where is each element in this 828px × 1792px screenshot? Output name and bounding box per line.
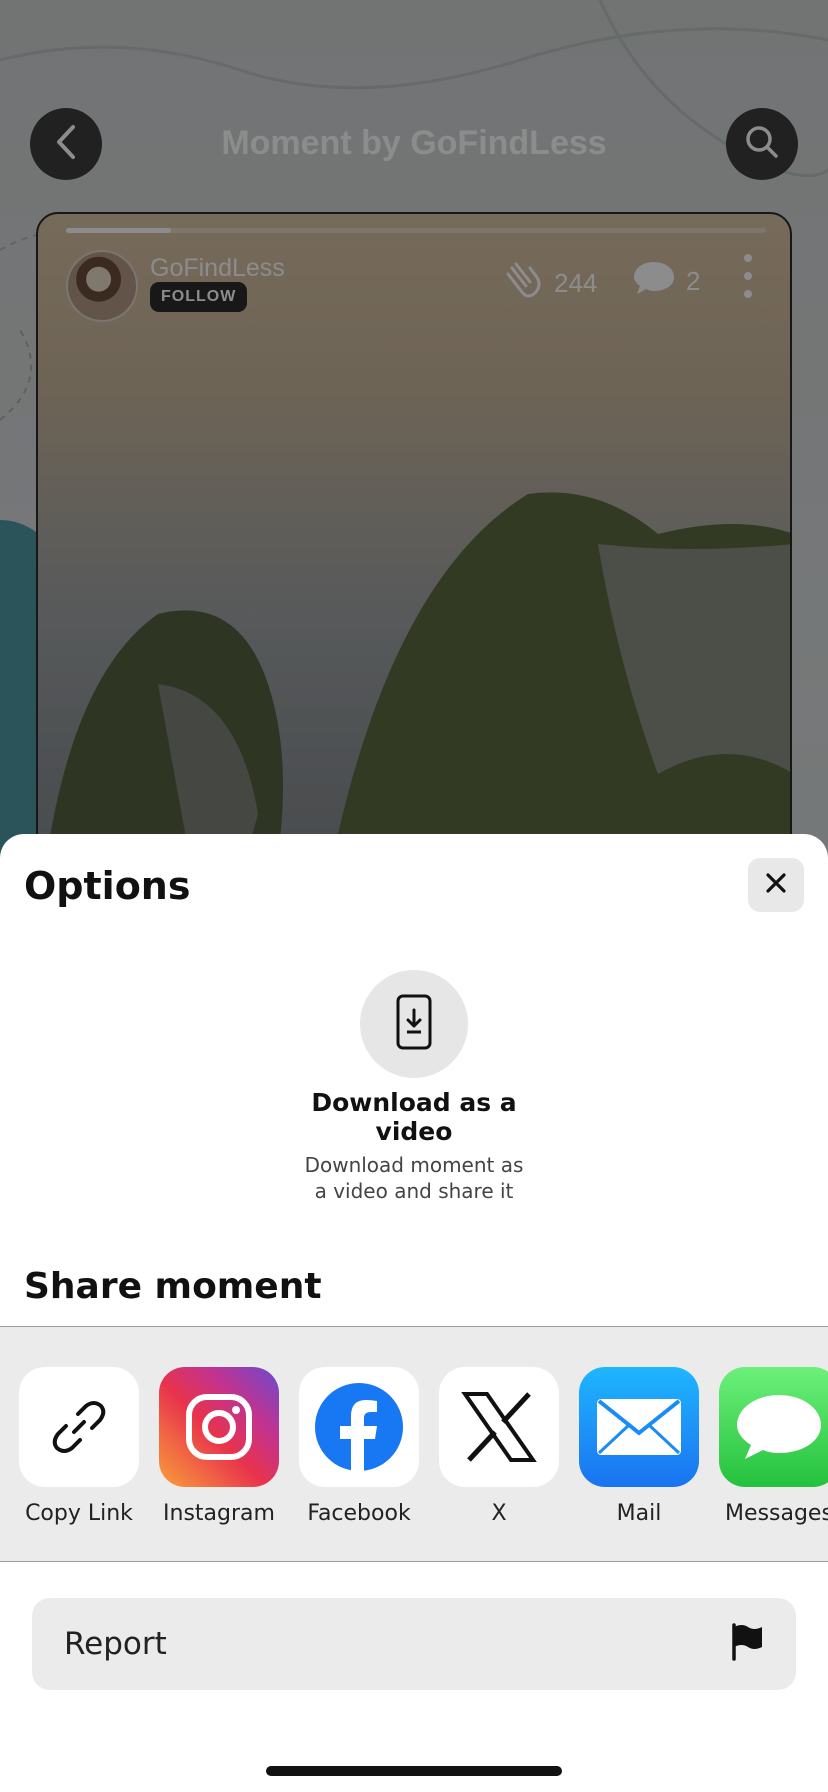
instagram-icon — [159, 1367, 279, 1487]
download-description: Download moment as a video and share it — [304, 1153, 524, 1203]
share-label: Messages — [725, 1501, 828, 1526]
download-title: Download as a video — [311, 1088, 517, 1146]
link-icon — [19, 1367, 139, 1487]
share-mail[interactable]: Mail — [574, 1367, 704, 1526]
flag-icon — [730, 1622, 764, 1666]
download-video-option[interactable]: Download as a video Download moment as a… — [304, 970, 524, 1204]
facebook-icon — [299, 1367, 419, 1487]
share-label: X — [491, 1501, 507, 1526]
share-label: Copy Link — [25, 1501, 133, 1526]
report-button[interactable]: Report — [32, 1598, 796, 1690]
share-targets[interactable]: Copy Link Instagram Facebook X Mail Mess… — [0, 1326, 828, 1562]
share-facebook[interactable]: Facebook — [294, 1367, 424, 1526]
download-circle — [360, 970, 468, 1078]
mail-icon — [579, 1367, 699, 1487]
share-label: Instagram — [163, 1501, 275, 1526]
close-icon — [765, 872, 787, 899]
share-instagram[interactable]: Instagram — [154, 1367, 284, 1526]
messages-icon — [719, 1367, 828, 1487]
home-indicator — [266, 1766, 562, 1776]
share-copy-link[interactable]: Copy Link — [14, 1367, 144, 1526]
close-button[interactable] — [748, 858, 804, 912]
share-label: Facebook — [307, 1501, 411, 1526]
x-icon — [439, 1367, 559, 1487]
share-messages[interactable]: Messages — [714, 1367, 828, 1526]
share-section-title: Share moment — [24, 1266, 322, 1307]
share-x[interactable]: X — [434, 1367, 564, 1526]
options-sheet: Options Download as a video Download mom… — [0, 834, 828, 1792]
report-label: Report — [64, 1626, 167, 1662]
phone-download-icon — [396, 994, 432, 1055]
sheet-title: Options — [24, 864, 191, 908]
share-label: Mail — [616, 1501, 662, 1526]
